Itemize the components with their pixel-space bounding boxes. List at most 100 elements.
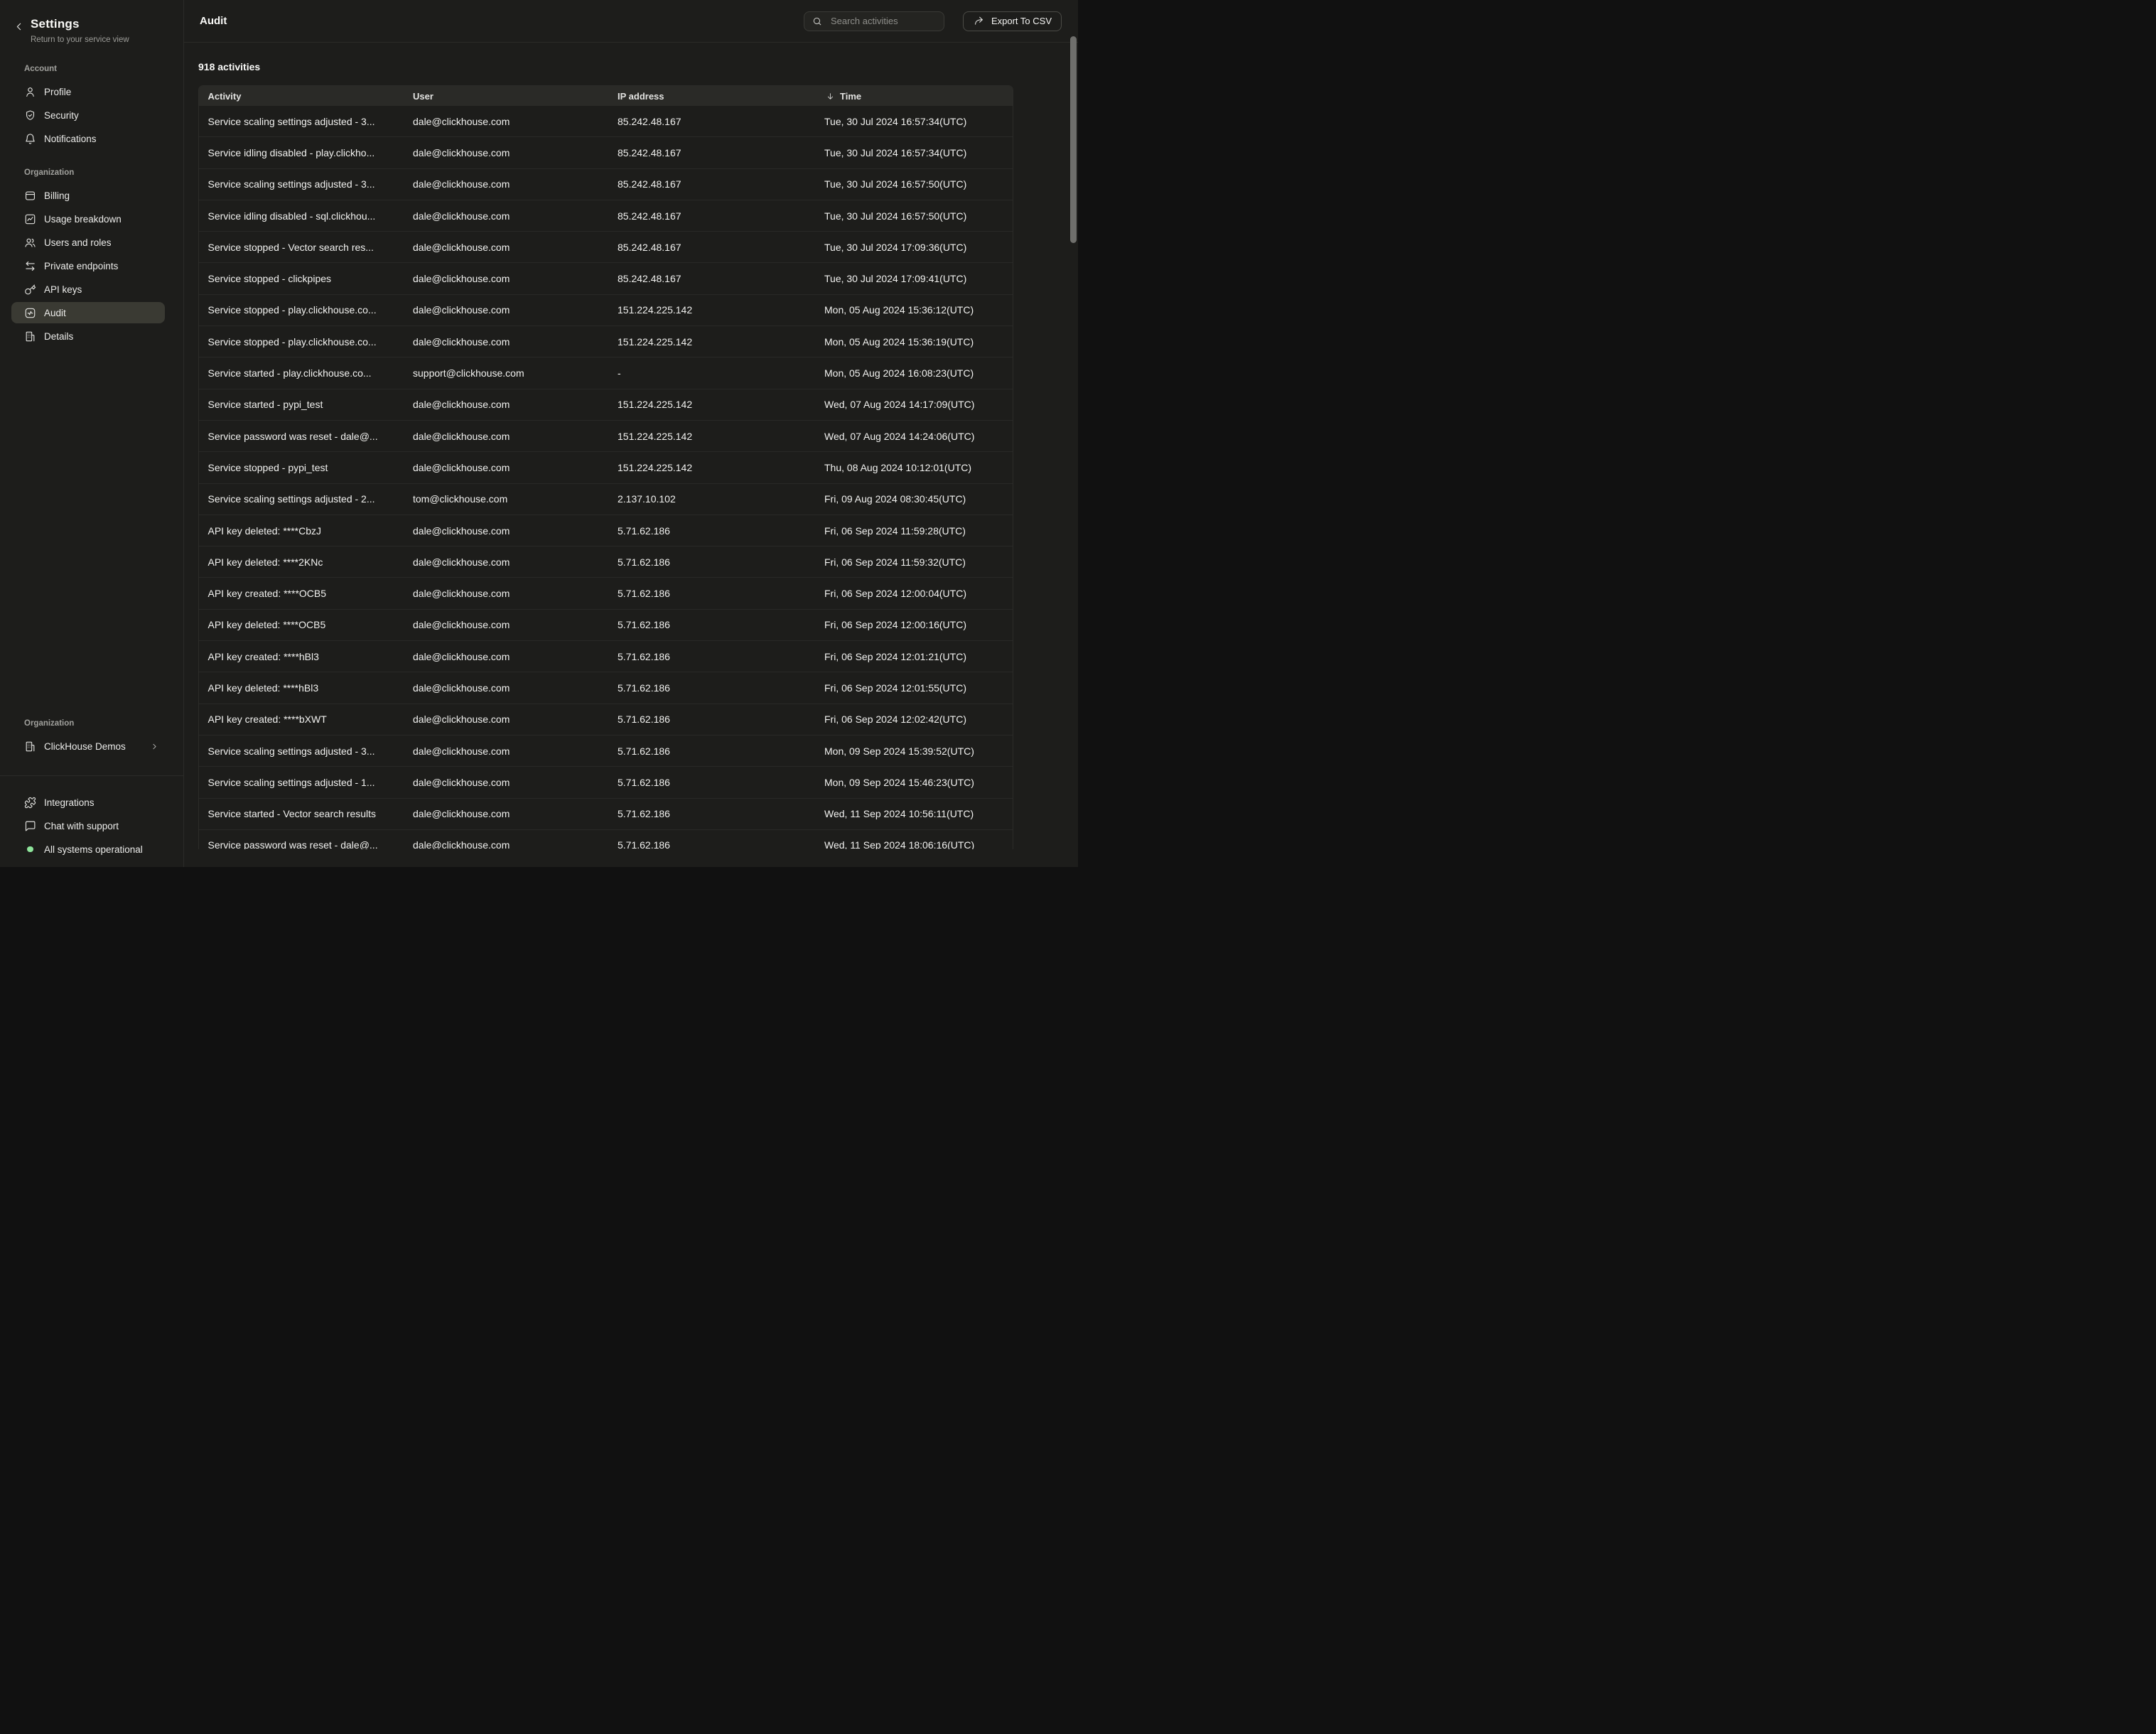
scrollbar-thumb[interactable] bbox=[1070, 36, 1077, 243]
table-row: Service started - pypi_testdale@clickhou… bbox=[199, 389, 1013, 421]
sidebar-item-label: Usage breakdown bbox=[44, 214, 122, 225]
cell-ip: 5.71.62.186 bbox=[609, 556, 816, 568]
footer-item-all-systems-operational[interactable]: All systems operational bbox=[11, 839, 165, 860]
cell-activity: Service started - pypi_test bbox=[199, 399, 404, 410]
cell-time: Wed, 07 Aug 2024 14:24:06(UTC) bbox=[816, 431, 1013, 442]
footer-item-integrations[interactable]: Integrations bbox=[11, 792, 165, 813]
cell-ip: 85.242.48.167 bbox=[609, 147, 816, 158]
cell-ip: 151.224.225.142 bbox=[609, 462, 816, 473]
table-body: Service scaling settings adjusted - 3...… bbox=[199, 106, 1013, 849]
sidebar-item-profile[interactable]: Profile bbox=[11, 81, 165, 102]
table-header-row: Activity User IP address Time bbox=[199, 86, 1013, 106]
sidebar-section-label-account: Account bbox=[24, 65, 183, 73]
footer-item-label: Integrations bbox=[44, 797, 95, 808]
table-row: API key created: ****hBl3dale@clickhouse… bbox=[199, 641, 1013, 672]
cell-time: Wed, 07 Aug 2024 14:17:09(UTC) bbox=[816, 399, 1013, 410]
cell-time: Thu, 08 Aug 2024 10:12:01(UTC) bbox=[816, 462, 1013, 473]
org-switcher[interactable]: ClickHouse Demos bbox=[11, 736, 165, 757]
table-row: Service idling disabled - play.clickho..… bbox=[199, 137, 1013, 168]
chevron-right-icon bbox=[149, 741, 161, 753]
cell-ip: 85.242.48.167 bbox=[609, 178, 816, 190]
cell-time: Mon, 05 Aug 2024 16:08:23(UTC) bbox=[816, 367, 1013, 379]
back-button[interactable] bbox=[13, 21, 24, 32]
cell-user: dale@clickhouse.com bbox=[404, 147, 609, 158]
cell-time: Fri, 06 Sep 2024 12:01:21(UTC) bbox=[816, 651, 1013, 662]
table-row: Service scaling settings adjusted - 2...… bbox=[199, 484, 1013, 515]
cell-activity: Service password was reset - dale@... bbox=[199, 839, 404, 849]
building-icon bbox=[24, 741, 36, 753]
sidebar-item-label: Users and roles bbox=[44, 237, 112, 248]
sidebar-item-details[interactable]: Details bbox=[11, 325, 165, 347]
cell-ip: 85.242.48.167 bbox=[609, 242, 816, 253]
cell-time: Wed, 11 Sep 2024 10:56:11(UTC) bbox=[816, 808, 1013, 819]
cell-user: dale@clickhouse.com bbox=[404, 210, 609, 222]
export-to-csv-button[interactable]: Export To CSV bbox=[963, 11, 1062, 31]
cell-activity: Service idling disabled - sql.clickhou..… bbox=[199, 210, 404, 222]
export-arrow-icon bbox=[973, 15, 985, 27]
key-icon bbox=[24, 284, 36, 296]
footer-item-chat-with-support[interactable]: Chat with support bbox=[11, 815, 165, 836]
cell-user: dale@clickhouse.com bbox=[404, 431, 609, 442]
user-icon bbox=[24, 86, 36, 98]
cell-user: dale@clickhouse.com bbox=[404, 713, 609, 725]
export-button-label: Export To CSV bbox=[991, 16, 1052, 26]
table-row: Service scaling settings adjusted - 3...… bbox=[199, 169, 1013, 200]
search-input[interactable] bbox=[829, 15, 937, 27]
sidebar-item-notifications[interactable]: Notifications bbox=[11, 128, 165, 149]
cell-activity: Service scaling settings adjusted - 1... bbox=[199, 777, 404, 788]
column-header-user[interactable]: User bbox=[404, 91, 609, 102]
sidebar-item-security[interactable]: Security bbox=[11, 104, 165, 126]
cell-time: Tue, 30 Jul 2024 16:57:50(UTC) bbox=[816, 178, 1013, 190]
table-row: API key created: ****bXWTdale@clickhouse… bbox=[199, 704, 1013, 736]
cell-ip: 85.242.48.167 bbox=[609, 273, 816, 284]
search-icon bbox=[812, 15, 824, 27]
footer-item-label: Chat with support bbox=[44, 821, 119, 831]
sidebar-item-private-endpoints[interactable]: Private endpoints bbox=[11, 255, 165, 276]
cell-activity: Service stopped - play.clickhouse.co... bbox=[199, 304, 404, 316]
cell-time: Tue, 30 Jul 2024 16:57:34(UTC) bbox=[816, 116, 1013, 127]
column-header-time[interactable]: Time bbox=[816, 90, 1013, 102]
app-window: Settings Return to your service view Acc… bbox=[0, 0, 1078, 867]
users-icon bbox=[24, 237, 36, 249]
column-header-ip-address[interactable]: IP address bbox=[609, 91, 816, 102]
table-row: Service scaling settings adjusted - 3...… bbox=[199, 736, 1013, 767]
cell-activity: Service started - Vector search results bbox=[199, 808, 404, 819]
sidebar-item-api-keys[interactable]: API keys bbox=[11, 279, 165, 300]
topbar: Audit Export To CSV bbox=[184, 0, 1078, 43]
cell-time: Fri, 06 Sep 2024 12:01:55(UTC) bbox=[816, 682, 1013, 694]
cell-ip: 5.71.62.186 bbox=[609, 588, 816, 599]
table-row: Service started - play.clickhouse.co...s… bbox=[199, 357, 1013, 389]
table-row: Service password was reset - dale@...dal… bbox=[199, 421, 1013, 452]
sidebar-item-billing[interactable]: Billing bbox=[11, 185, 165, 206]
sidebar-item-users-and-roles[interactable]: Users and roles bbox=[11, 232, 165, 253]
puzzle-icon bbox=[24, 797, 36, 809]
column-header-label: IP address bbox=[618, 91, 664, 102]
table-row: Service started - Vector search resultsd… bbox=[199, 799, 1013, 830]
column-header-label: User bbox=[413, 91, 433, 102]
sidebar-item-label: Private endpoints bbox=[44, 261, 118, 271]
activities-count: 918 activities bbox=[198, 61, 1078, 72]
status-dot-icon bbox=[24, 844, 36, 856]
cell-ip: 5.71.62.186 bbox=[609, 808, 816, 819]
settings-subtitle: Return to your service view bbox=[31, 36, 129, 44]
cell-user: dale@clickhouse.com bbox=[404, 619, 609, 630]
table-row: API key deleted: ****CbzJdale@clickhouse… bbox=[199, 515, 1013, 546]
cell-time: Fri, 06 Sep 2024 12:00:16(UTC) bbox=[816, 619, 1013, 630]
table-row: Service scaling settings adjusted - 3...… bbox=[199, 106, 1013, 137]
sidebar-item-label: Details bbox=[44, 331, 73, 342]
cell-user: dale@clickhouse.com bbox=[404, 242, 609, 253]
cell-ip: 5.71.62.186 bbox=[609, 839, 816, 849]
sidebar-item-audit[interactable]: Audit bbox=[11, 302, 165, 323]
sidebar-item-usage-breakdown[interactable]: Usage breakdown bbox=[11, 208, 165, 230]
chevron-left-icon bbox=[13, 21, 25, 33]
search-box bbox=[804, 11, 944, 31]
audit-content: 918 activities Activity User IP address Tim… bbox=[184, 43, 1078, 849]
cell-ip: 5.71.62.186 bbox=[609, 777, 816, 788]
cell-time: Mon, 05 Aug 2024 15:36:12(UTC) bbox=[816, 304, 1013, 316]
table-row: Service password was reset - dale@...dal… bbox=[199, 830, 1013, 849]
sort-desc-icon bbox=[824, 90, 836, 102]
main-area: Audit Export To CSV 918 activities Activ… bbox=[184, 0, 1078, 867]
cell-user: dale@clickhouse.com bbox=[404, 304, 609, 316]
column-header-activity[interactable]: Activity bbox=[199, 91, 404, 102]
cell-activity: Service stopped - clickpipes bbox=[199, 273, 404, 284]
